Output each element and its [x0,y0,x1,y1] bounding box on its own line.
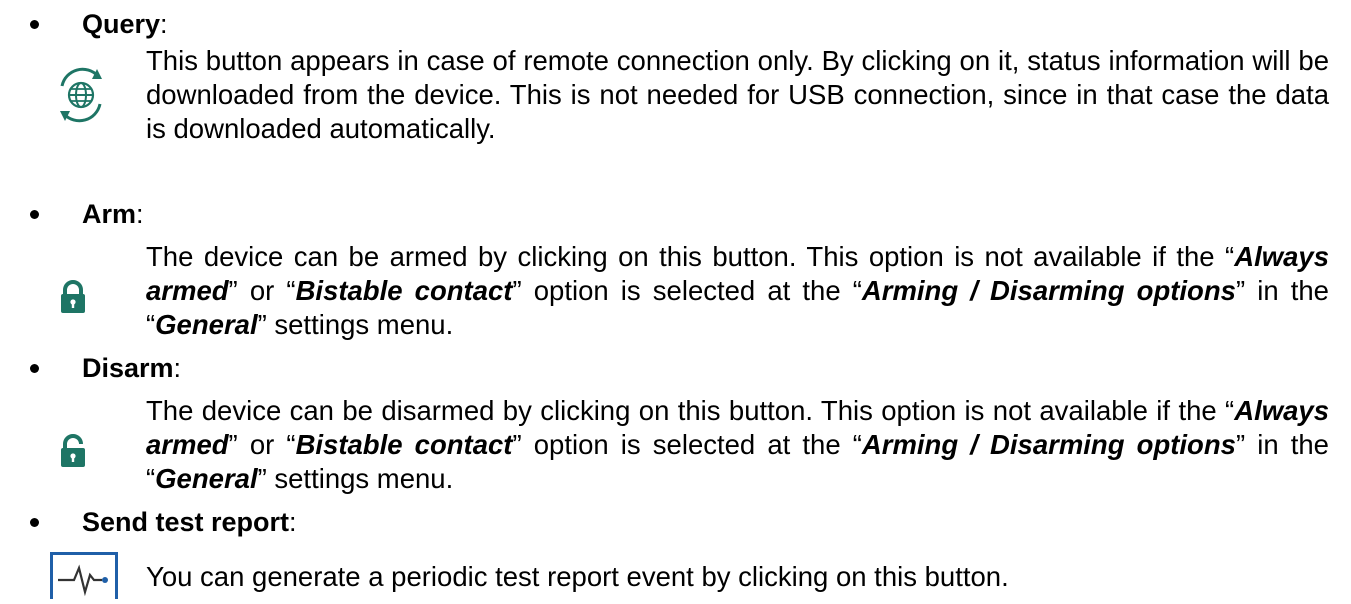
bullet [30,364,39,373]
section-heading: Send test report: [82,507,297,537]
bullet [30,518,39,527]
section-heading: Query: [82,9,168,39]
pulse-monitor-icon[interactable] [50,552,118,604]
section-heading: Disarm: [82,353,182,383]
lock-open-icon[interactable] [58,434,88,473]
section-description: The device can be disarmed by clicking o… [146,395,1329,494]
globe-refresh-icon[interactable] [50,64,112,131]
section-description: You can generate a periodic test report … [146,561,1009,592]
section-heading: Arm: [82,199,144,229]
section-description: The device can be armed by clicking on t… [146,241,1329,340]
bullet [30,20,39,29]
lock-closed-icon[interactable] [58,280,88,319]
bullet [30,210,39,219]
section-description: This button appears in case of remote co… [146,45,1329,144]
